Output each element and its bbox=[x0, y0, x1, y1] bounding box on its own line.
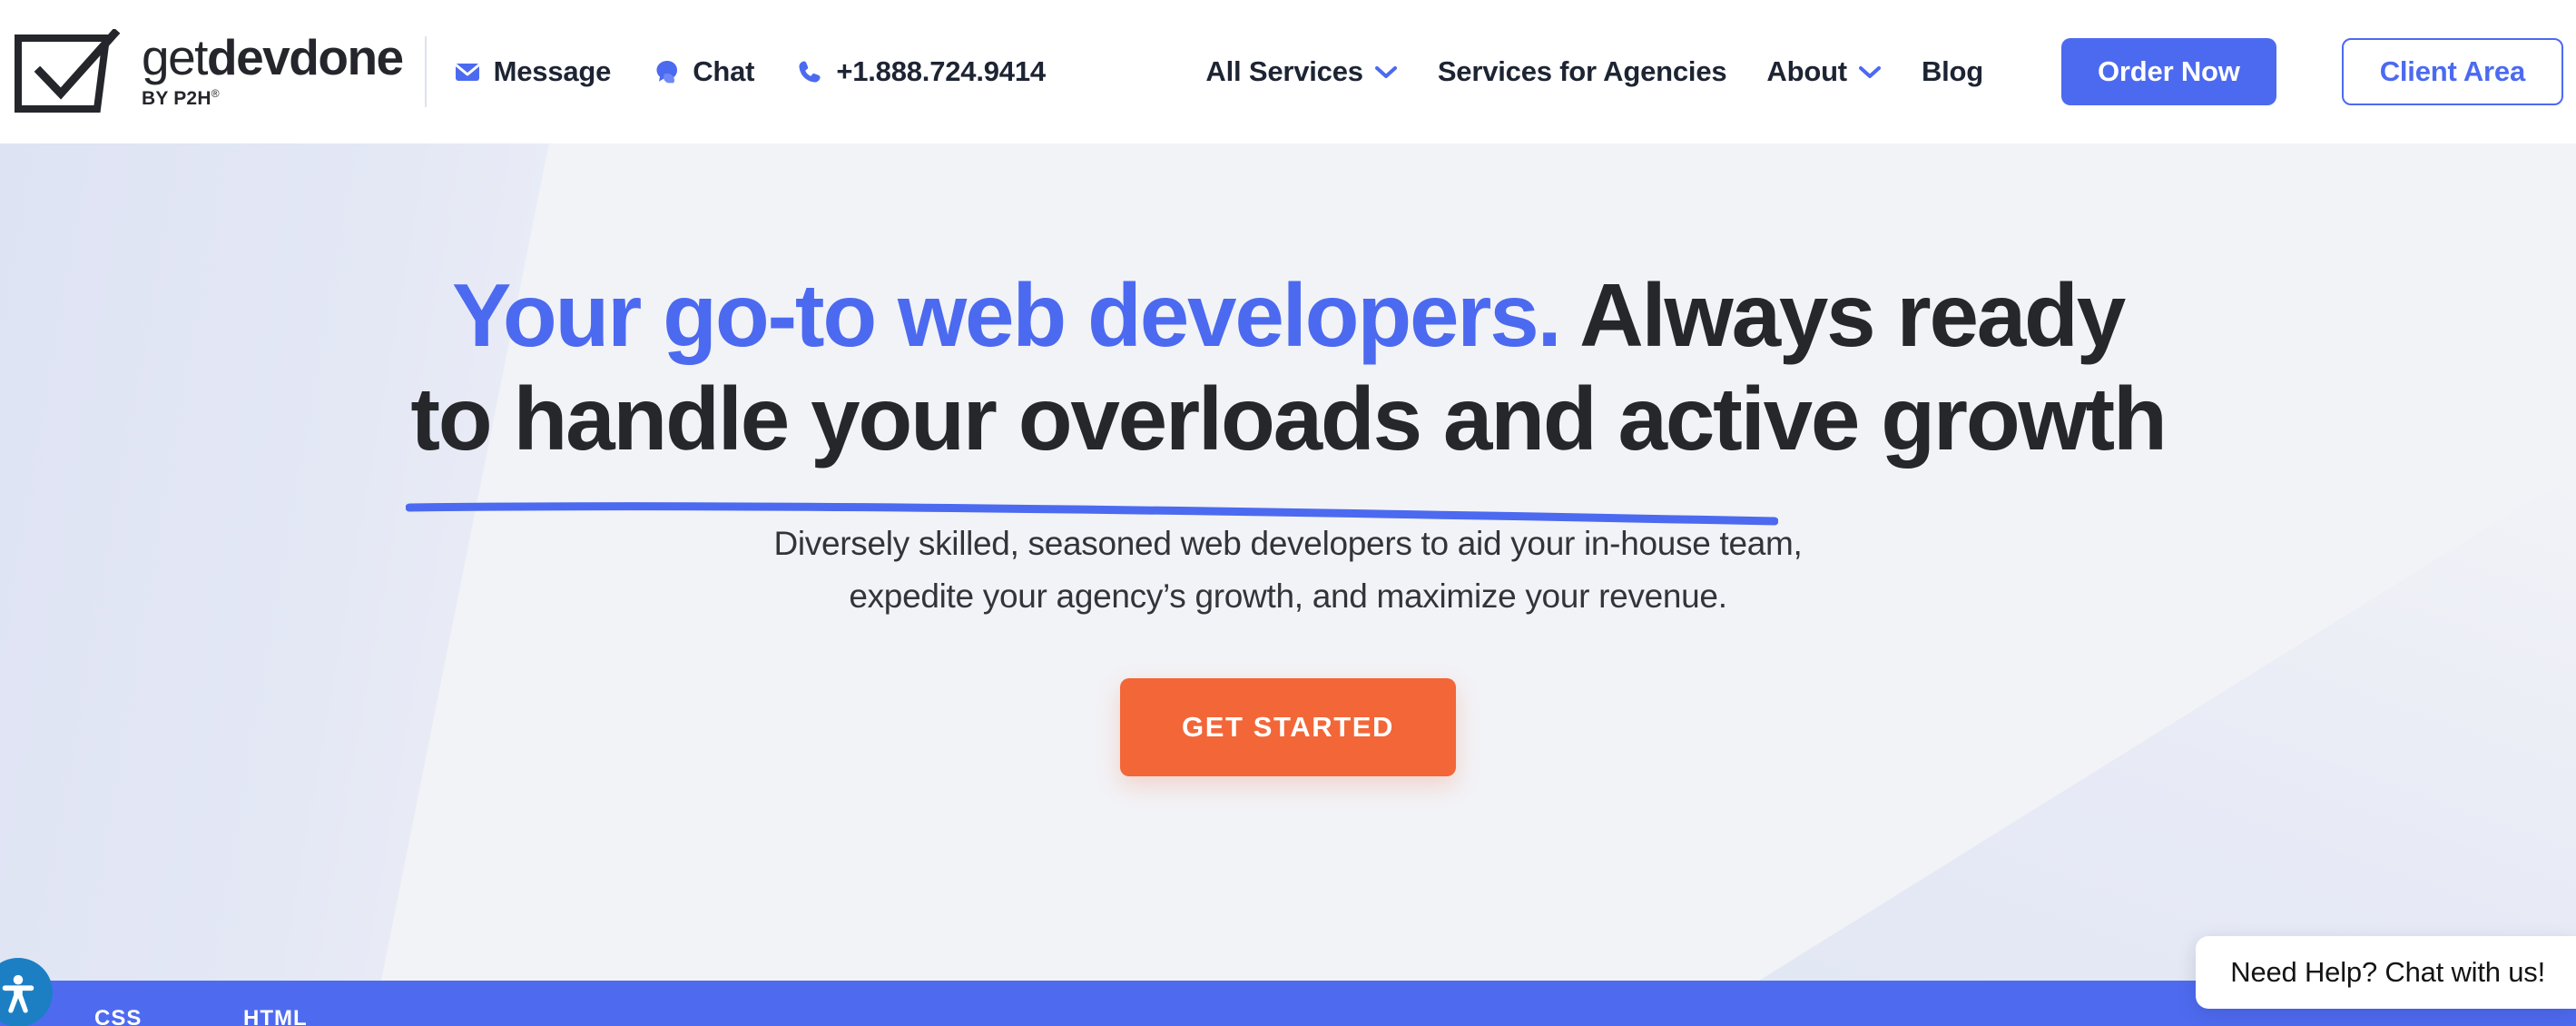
logo-tagline-text: BY P2H bbox=[142, 87, 211, 109]
strip-tag-html: HTML bbox=[243, 1006, 308, 1026]
nav-item-services-for-agencies-label: Services for Agencies bbox=[1437, 55, 1727, 87]
logo-tagline: BY P2H® bbox=[142, 87, 403, 110]
phone-icon bbox=[796, 58, 823, 85]
main-navigation: All Services Services for Agencies About… bbox=[1205, 38, 2576, 105]
strip-tag-css: CSS bbox=[94, 1006, 143, 1026]
order-now-button[interactable]: Order Now bbox=[2061, 38, 2276, 105]
logo-word-dev: dev bbox=[206, 29, 290, 86]
hero-section: Your go-to web developers. Always ready … bbox=[0, 143, 2576, 981]
nav-item-all-services-label: All Services bbox=[1205, 55, 1363, 87]
client-area-button[interactable]: Client Area bbox=[2341, 38, 2563, 105]
contact-phone-label: +1.888.724.9414 bbox=[836, 55, 1046, 87]
contact-chat-label: Chat bbox=[693, 55, 755, 87]
nav-item-blog-label: Blog bbox=[1921, 55, 1984, 87]
logo-wordmark: getdevdone BY P2H® bbox=[142, 33, 404, 110]
hero-subtitle: Diversely skilled, seasoned web develope… bbox=[773, 518, 1802, 622]
page-root: getdevdone BY P2H® Message Chat +1.888.7… bbox=[0, 0, 2576, 1026]
hero-headline-highlight: Your go-to web developers. bbox=[451, 265, 1562, 365]
nav-item-all-services[interactable]: All Services bbox=[1205, 55, 1397, 88]
logo-word-get: get bbox=[142, 29, 208, 86]
logo-word-done: done bbox=[289, 29, 404, 86]
site-header: getdevdone BY P2H® Message Chat +1.888.7… bbox=[0, 0, 2576, 143]
contact-chat[interactable]: Chat bbox=[653, 55, 755, 88]
nav-item-about[interactable]: About bbox=[1766, 55, 1882, 88]
get-started-button[interactable]: GET STARTED bbox=[1120, 678, 1456, 777]
hero-subtitle-line1: Diversely skilled, seasoned web develope… bbox=[773, 525, 1803, 563]
accessibility-person-icon bbox=[2, 974, 34, 1013]
chevron-down-icon bbox=[1374, 66, 1397, 78]
header-divider bbox=[424, 36, 427, 107]
contact-message-label: Message bbox=[493, 55, 612, 87]
chevron-down-icon bbox=[1858, 66, 1881, 78]
checkbox-check-icon bbox=[13, 27, 122, 115]
registered-mark: ® bbox=[211, 86, 220, 100]
nav-item-services-for-agencies[interactable]: Services for Agencies bbox=[1438, 55, 1727, 88]
hero-subtitle-line2: expedite your agency’s growth, and maxim… bbox=[849, 577, 1727, 615]
contact-phone[interactable]: +1.888.724.9414 bbox=[796, 55, 1046, 88]
hero-headline-rest: Always ready bbox=[1559, 265, 2126, 365]
chat-bubble-icon bbox=[653, 58, 680, 85]
nav-item-about-label: About bbox=[1766, 55, 1847, 87]
chat-widget-prompt[interactable]: Need Help? Chat with us! bbox=[2196, 936, 2576, 1009]
hero-headline-line2: to handle your overloads and active grow… bbox=[410, 368, 2168, 469]
technology-strip: CSS HTML bbox=[0, 981, 2576, 1026]
nav-item-blog[interactable]: Blog bbox=[1922, 55, 1983, 88]
envelope-icon bbox=[454, 58, 481, 85]
contact-message[interactable]: Message bbox=[454, 55, 612, 88]
hero-headline: Your go-to web developers. Always ready … bbox=[153, 264, 2423, 526]
site-logo[interactable]: getdevdone BY P2H® bbox=[13, 27, 404, 115]
header-contacts: Message Chat +1.888.724.9414 bbox=[454, 55, 1046, 88]
